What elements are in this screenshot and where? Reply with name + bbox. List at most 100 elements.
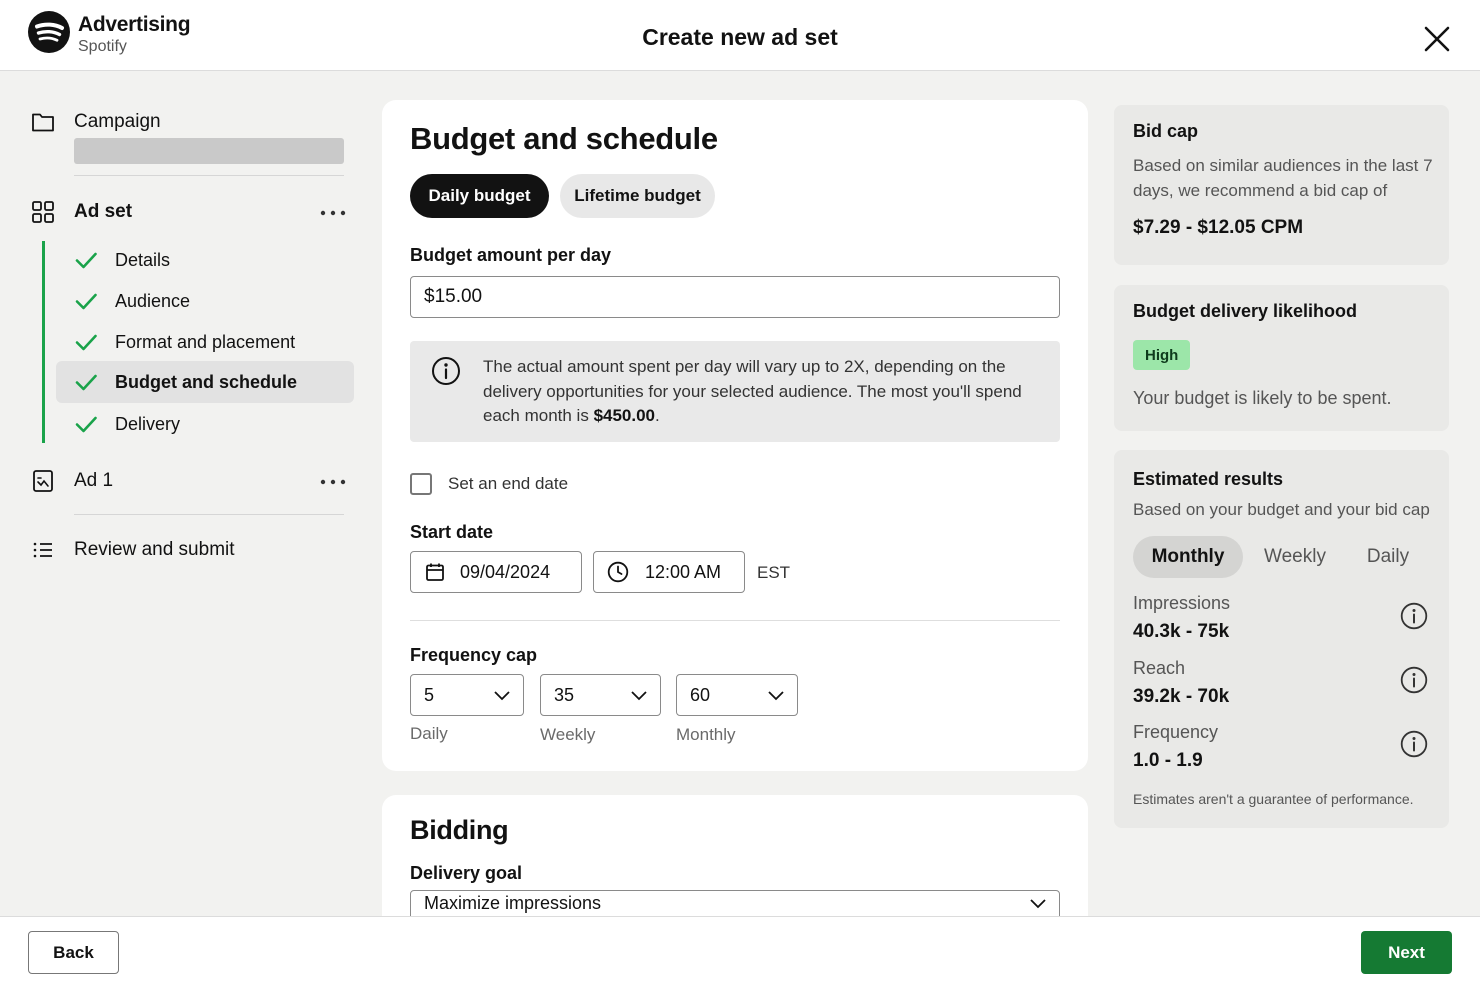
back-button[interactable]: Back (28, 931, 119, 974)
frequency-monthly-select[interactable]: 60 (676, 674, 798, 716)
check-icon (75, 252, 97, 269)
delivery-goal-label: Delivery goal (410, 863, 523, 883)
budget-info-text: The actual amount spent per day will var… (483, 355, 1043, 429)
next-button[interactable]: Next (1361, 931, 1452, 974)
info-text-suffix: . (655, 406, 660, 425)
step-label: Details (115, 249, 171, 270)
sidebar: Campaign Ad set Details Audience Format … (0, 72, 372, 916)
budget-schedule-card: Budget and schedule Daily budget Lifetim… (382, 100, 1088, 771)
frequency-label: Frequency (1133, 722, 1219, 742)
chevron-down-icon (494, 691, 510, 701)
folder-icon (30, 109, 56, 135)
reach-info-button[interactable] (1400, 666, 1428, 694)
divider (410, 620, 1060, 621)
start-date-label: Start date (410, 522, 494, 542)
start-date-value: 09/04/2024 (460, 561, 551, 582)
sidebar-item-ad[interactable]: Ad 1 (30, 468, 113, 494)
start-date-picker[interactable]: 09/04/2024 (410, 551, 582, 593)
delivery-likelihood-panel: Budget delivery likelihood High Your bud… (1114, 285, 1449, 431)
info-icon (1400, 602, 1428, 630)
impressions-value: 40.3k - 75k (1133, 621, 1230, 642)
list-icon (30, 537, 56, 563)
sidebar-item-review[interactable]: Review and submit (30, 537, 235, 563)
end-date-label: Set an end date (448, 474, 569, 493)
chevron-down-icon (1030, 899, 1046, 909)
sidebar-item-label: Review and submit (74, 539, 235, 560)
ad-image-icon (30, 468, 56, 494)
step-details[interactable]: Details (56, 239, 354, 281)
step-label: Audience (115, 290, 191, 311)
frequency-daily-value: 5 (424, 684, 435, 705)
budget-info-notice: The actual amount spent per day will var… (410, 341, 1060, 442)
info-icon (432, 357, 460, 385)
info-text-body: The actual amount spent per day will var… (483, 357, 1022, 425)
estimates-disclaimer: Estimates aren't a guarantee of performa… (1133, 791, 1414, 807)
check-icon (75, 416, 97, 433)
top-bar: Advertising Spotify Create new ad set (0, 0, 1480, 71)
info-icon (1400, 730, 1428, 758)
period-weekly-tab[interactable]: Weekly (1252, 536, 1338, 578)
frequency-daily-label: Daily (410, 724, 448, 743)
estimates-title: Estimated results (1133, 469, 1284, 489)
progress-line (42, 241, 45, 443)
close-icon (1424, 26, 1450, 52)
period-daily-tab[interactable]: Daily (1354, 536, 1422, 578)
check-icon (75, 293, 97, 310)
step-format-and-placement[interactable]: Format and placement (56, 321, 354, 363)
divider (74, 514, 344, 515)
timezone-label: EST (757, 563, 791, 582)
frequency-cap-label: Frequency cap (410, 645, 538, 665)
impressions-info-button[interactable] (1400, 602, 1428, 630)
estimated-results-panel: Estimated results Based on your budget a… (1114, 450, 1449, 828)
ad-set-more-button[interactable] (320, 197, 346, 223)
impressions-label: Impressions (1133, 593, 1231, 613)
frequency-weekly-value: 35 (554, 684, 575, 705)
bid-cap-range: $7.29 - $12.05 CPM (1133, 217, 1304, 238)
step-label: Delivery (115, 413, 181, 434)
close-button[interactable] (1420, 22, 1454, 56)
check-icon (75, 374, 97, 391)
period-monthly-tab[interactable]: Monthly (1133, 536, 1243, 578)
frequency-monthly-value: 60 (690, 684, 711, 705)
bid-cap-title: Bid cap (1133, 121, 1199, 141)
clock-icon (607, 561, 629, 583)
grid-icon (30, 199, 56, 225)
chevron-down-icon (631, 691, 647, 701)
sidebar-item-campaign[interactable]: Campaign (30, 109, 161, 135)
bidding-title: Bidding (410, 815, 509, 845)
frequency-monthly-label: Monthly (676, 725, 736, 744)
ad-more-button[interactable] (320, 466, 346, 492)
budget-amount-input[interactable]: $15.00 (410, 276, 1060, 318)
step-delivery[interactable]: Delivery (56, 403, 354, 445)
tab-daily-budget[interactable]: Daily budget (410, 174, 549, 218)
frequency-daily-select[interactable]: 5 (410, 674, 524, 716)
page-title: Create new ad set (642, 24, 838, 50)
info-monthly-max: $450.00 (593, 406, 656, 425)
step-audience[interactable]: Audience (56, 280, 354, 322)
bid-cap-panel: Bid cap Based on similar audiences in th… (1114, 105, 1449, 265)
tab-lifetime-budget[interactable]: Lifetime budget (560, 174, 715, 218)
footer-bar: Back Next (0, 916, 1480, 987)
end-date-checkbox[interactable] (410, 473, 432, 495)
step-budget-and-schedule[interactable]: Budget and schedule (56, 361, 354, 403)
more-horizontal-icon (320, 479, 346, 485)
frequency-weekly-select[interactable]: 35 (540, 674, 661, 716)
reach-label: Reach (1133, 658, 1186, 678)
bid-cap-text: Based on similar audiences in the last 7… (1133, 156, 1433, 200)
start-time-picker[interactable]: 12:00 AM (593, 551, 745, 593)
check-icon (75, 334, 97, 351)
sidebar-item-label: Ad 1 (74, 470, 114, 491)
sidebar-item-ad-set[interactable]: Ad set (30, 199, 132, 225)
sidebar-item-label: Campaign (74, 111, 161, 132)
chevron-down-icon (768, 691, 784, 701)
step-label: Format and placement (115, 331, 296, 352)
sidebar-item-label: Ad set (74, 201, 133, 222)
likelihood-title: Budget delivery likelihood (1133, 301, 1358, 321)
section-title: Budget and schedule (410, 121, 718, 156)
info-icon (1400, 666, 1428, 694)
start-time-value: 12:00 AM (645, 561, 722, 582)
frequency-weekly-label: Weekly (540, 725, 596, 744)
frequency-value: 1.0 - 1.9 (1133, 750, 1203, 771)
frequency-info-button[interactable] (1400, 730, 1428, 758)
divider (74, 175, 344, 176)
